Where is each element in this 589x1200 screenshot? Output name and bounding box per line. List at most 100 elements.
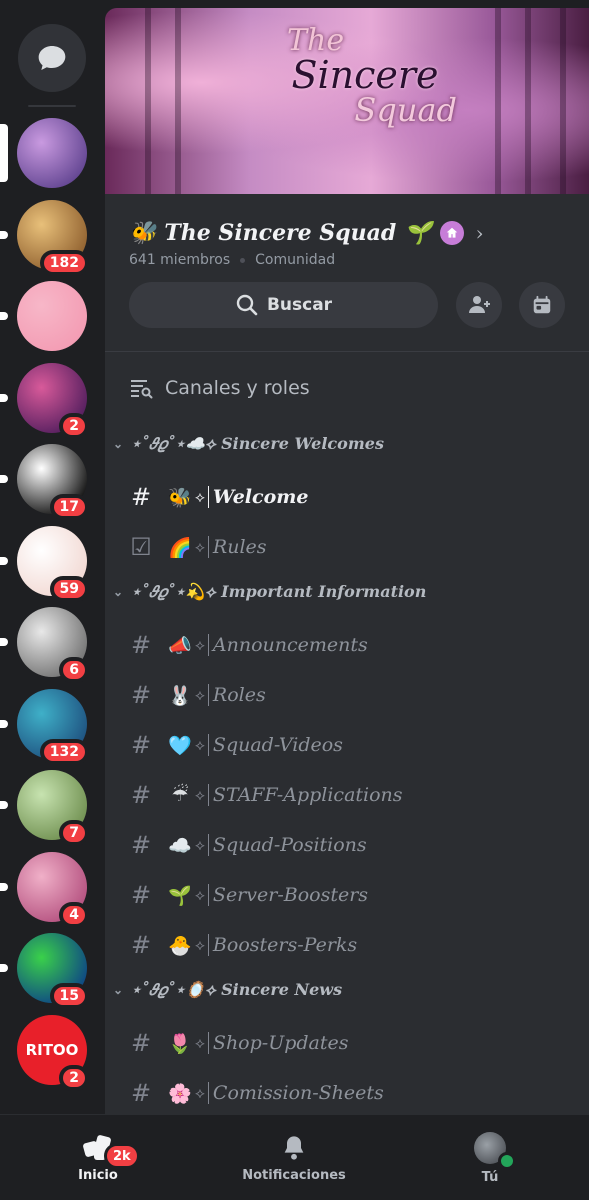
chevron-down-icon: ⌄ bbox=[113, 983, 124, 997]
sparkle-icon: ⟡ bbox=[195, 786, 205, 804]
sparkle-icon: ⟡ bbox=[195, 886, 205, 904]
server-name-emoji-left: 🐝 bbox=[129, 220, 157, 246]
channel-emoji: ☔ bbox=[171, 784, 189, 806]
mention-badge: 7 bbox=[59, 820, 89, 846]
channel-name: Rules bbox=[212, 536, 267, 558]
text-channel-icon: # bbox=[130, 681, 152, 709]
channel-row[interactable]: # 🐝 ⟡ Welcome bbox=[105, 474, 589, 520]
channel-category[interactable]: ⌄ ⋆˚𝜗𝜚˚⋆💫⟡ Important Information bbox=[113, 582, 426, 602]
mention-badge: 132 bbox=[39, 738, 89, 765]
server-icon[interactable]: 17 bbox=[0, 444, 89, 520]
unread-indicator bbox=[0, 719, 8, 728]
channel-category[interactable]: ⌄ ⋆˚𝜗𝜚˚⋆☁️⟡ Sincere Welcomes bbox=[113, 434, 384, 454]
server-icon[interactable]: 132 bbox=[0, 688, 89, 765]
separator-bar bbox=[207, 1032, 209, 1054]
server-name-header[interactable]: 🐝 The Sincere Squad 🌱 › bbox=[129, 220, 484, 246]
channel-row[interactable]: # 🐰 ⟡ Roles bbox=[105, 672, 589, 718]
server-name-emoji-right: 🌱 bbox=[404, 220, 432, 246]
server-banner[interactable]: The Sincere Squad bbox=[105, 8, 589, 194]
server-icon[interactable]: 182 bbox=[0, 199, 89, 276]
sparkle-icon: ⟡ bbox=[195, 1034, 205, 1052]
header-divider bbox=[105, 351, 589, 352]
banner-line-2: Sincere bbox=[291, 53, 439, 97]
server-name: The Sincere Squad bbox=[164, 220, 397, 246]
channel-row[interactable]: ☑ 🌈 ⟡ Rules bbox=[105, 524, 589, 570]
channel-row[interactable]: # 🐣 ⟡ Boosters-Perks bbox=[105, 922, 589, 968]
rail-separator bbox=[28, 105, 76, 107]
server-type: Comunidad bbox=[255, 252, 336, 268]
chevron-down-icon: ⌄ bbox=[113, 437, 124, 451]
mention-badge: 59 bbox=[49, 575, 89, 602]
channel-browse-icon bbox=[131, 380, 153, 399]
channel-name: Announcements bbox=[212, 634, 368, 656]
channel-name: Server-Boosters bbox=[212, 884, 369, 906]
search-label: Buscar bbox=[266, 295, 333, 315]
channel-row[interactable]: # ☔ ⟡ STAFF-Applications bbox=[105, 772, 589, 818]
nav-home[interactable]: Inicio 2k bbox=[0, 1115, 196, 1200]
home-badge: 2k bbox=[104, 1143, 140, 1169]
channel-category[interactable]: ⌄ ⋆˚𝜗𝜚˚⋆🪞⟡ Sincere News bbox=[113, 980, 342, 1000]
text-channel-icon: # bbox=[130, 781, 152, 809]
channels-and-roles-button[interactable]: Canales y roles bbox=[129, 376, 310, 400]
nav-notifications[interactable]: Notificaciones bbox=[196, 1115, 392, 1200]
server-icon[interactable]: 7 bbox=[0, 770, 89, 846]
nav-notifications-label: Notificaciones bbox=[242, 1167, 346, 1183]
text-channel-icon: # bbox=[130, 1079, 152, 1107]
channel-emoji: 🐣 bbox=[168, 934, 192, 957]
sparkle-icon: ⟡ bbox=[195, 488, 205, 506]
direct-messages-button[interactable] bbox=[18, 24, 86, 92]
text-channel-icon: # bbox=[130, 831, 152, 859]
channel-row[interactable]: # 🌱 ⟡ Server-Boosters bbox=[105, 872, 589, 918]
unread-indicator bbox=[0, 556, 8, 565]
server-icon[interactable]: RITOO 2 bbox=[17, 1014, 89, 1091]
server-icon[interactable]: 4 bbox=[0, 851, 89, 928]
text-channel-icon: # bbox=[130, 631, 152, 659]
separator-bar bbox=[207, 684, 209, 706]
unread-indicator bbox=[0, 882, 8, 891]
mention-badge: 2 bbox=[59, 1064, 89, 1091]
sparkle-icon: ⟡ bbox=[195, 636, 205, 654]
separator-bar bbox=[207, 486, 209, 508]
channel-row[interactable]: # 📣 ⟡ Announcements bbox=[105, 622, 589, 668]
search-button[interactable]: Buscar bbox=[129, 282, 438, 328]
sparkle-icon: ⟡ bbox=[195, 836, 205, 854]
channel-row[interactable]: # 🌸 ⟡ Comission-Sheets bbox=[105, 1070, 589, 1114]
server-icon[interactable]: 2 bbox=[0, 362, 89, 439]
server-icon[interactable] bbox=[0, 281, 87, 351]
server-icon[interactable]: 15 bbox=[0, 933, 89, 1009]
events-button[interactable] bbox=[519, 282, 565, 328]
banner-logo: The Sincere Squad bbox=[265, 23, 465, 129]
channel-row[interactable]: # 🩵 ⟡ Squad-Videos bbox=[105, 722, 589, 768]
server-icon[interactable] bbox=[0, 118, 87, 188]
online-status-indicator bbox=[498, 1151, 516, 1170]
unread-indicator bbox=[0, 312, 8, 320]
channel-name: Roles bbox=[212, 684, 266, 706]
nav-you[interactable]: Tú bbox=[392, 1115, 588, 1200]
separator-bar bbox=[207, 634, 209, 656]
channel-emoji: 🌸 bbox=[168, 1082, 192, 1105]
search-icon bbox=[236, 294, 258, 316]
server-avatar bbox=[17, 118, 87, 188]
banner-line-3: Squad bbox=[354, 91, 457, 129]
add-user-icon bbox=[469, 296, 490, 313]
channel-name: Welcome bbox=[212, 486, 309, 508]
unread-indicator bbox=[0, 801, 8, 809]
server-icon[interactable]: 6 bbox=[0, 607, 89, 683]
separator-bar bbox=[207, 784, 209, 806]
server-icon[interactable]: 59 bbox=[0, 525, 89, 602]
banner-line-1: The bbox=[287, 23, 345, 58]
calendar-icon bbox=[533, 295, 551, 314]
channel-emoji: 🌱 bbox=[168, 884, 192, 907]
member-count: 641 miembros bbox=[129, 252, 231, 268]
nav-you-label: Tú bbox=[481, 1169, 499, 1185]
channel-row[interactable]: # 🌷 ⟡ Shop-Updates bbox=[105, 1020, 589, 1066]
sparkle-icon: ⟡ bbox=[195, 736, 205, 754]
mention-badge: 15 bbox=[49, 983, 89, 1009]
rules-channel-icon: ☑ bbox=[130, 533, 152, 561]
channel-name: Shop-Updates bbox=[212, 1032, 349, 1054]
chevron-right-icon: › bbox=[475, 221, 484, 245]
channel-emoji: 🐝 bbox=[168, 486, 192, 509]
invite-button[interactable] bbox=[456, 282, 502, 328]
sparkle-icon: ⟡ bbox=[195, 936, 205, 954]
channel-row[interactable]: # ☁️ ⟡ Squad-Positions bbox=[105, 822, 589, 868]
